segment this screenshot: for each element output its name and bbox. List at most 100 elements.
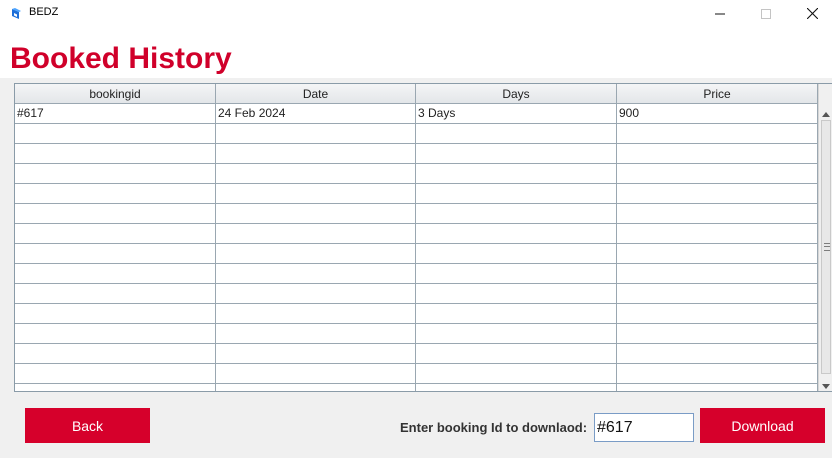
table-row[interactable] [15, 284, 818, 304]
cell-days[interactable] [416, 184, 617, 204]
cell-date[interactable]: 24 Feb 2024 [216, 104, 416, 124]
vertical-scrollbar[interactable] [818, 84, 832, 391]
table-row[interactable] [15, 364, 818, 384]
cell-price[interactable] [617, 284, 818, 304]
cell-price[interactable] [617, 384, 818, 391]
bedz-app-icon [10, 6, 22, 19]
cell-days[interactable] [416, 304, 617, 324]
title-bar: BEDZ [0, 0, 832, 26]
window-title: BEDZ [29, 6, 59, 18]
cell-days[interactable] [416, 224, 617, 244]
cell-bookingid[interactable] [15, 244, 216, 264]
close-button[interactable] [789, 0, 832, 26]
table-row[interactable] [15, 204, 818, 224]
table-row[interactable] [15, 124, 818, 144]
scroll-thumb[interactable] [821, 120, 831, 374]
download-button[interactable]: Download [700, 408, 825, 443]
cell-bookingid[interactable] [15, 344, 216, 364]
page-title: Booked History [10, 42, 232, 75]
cell-days[interactable] [416, 204, 617, 224]
cell-date[interactable] [216, 364, 416, 384]
chevron-up-icon [822, 102, 830, 121]
table-row[interactable] [15, 144, 818, 164]
cell-price[interactable] [617, 344, 818, 364]
maximize-icon [761, 4, 771, 23]
cell-bookingid[interactable] [15, 284, 216, 304]
cell-price[interactable] [617, 204, 818, 224]
cell-date[interactable] [216, 124, 416, 144]
scroll-down-button[interactable] [819, 376, 832, 390]
cell-days[interactable] [416, 384, 617, 391]
minimize-button[interactable] [697, 0, 743, 26]
column-header-date[interactable]: Date [216, 84, 416, 104]
cell-price[interactable] [617, 304, 818, 324]
maximize-button[interactable] [743, 0, 789, 26]
cell-price[interactable] [617, 364, 818, 384]
cell-bookingid[interactable] [15, 124, 216, 144]
table-header: bookingid Date Days Price [15, 84, 818, 104]
table-row[interactable] [15, 184, 818, 204]
cell-days[interactable] [416, 264, 617, 284]
table-row[interactable] [15, 344, 818, 364]
cell-price[interactable]: 900 [617, 104, 818, 124]
cell-price[interactable] [617, 324, 818, 344]
cell-bookingid[interactable] [15, 384, 216, 391]
table-row[interactable] [15, 164, 818, 184]
cell-bookingid[interactable] [15, 164, 216, 184]
page-header: Booked History [0, 26, 832, 78]
cell-price[interactable] [617, 224, 818, 244]
cell-date[interactable] [216, 224, 416, 244]
cell-date[interactable] [216, 184, 416, 204]
table-row[interactable] [15, 224, 818, 244]
cell-bookingid[interactable] [15, 224, 216, 244]
cell-date[interactable] [216, 324, 416, 344]
scroll-up-button[interactable] [819, 104, 832, 118]
cell-days[interactable] [416, 124, 617, 144]
cell-date[interactable] [216, 284, 416, 304]
table-row[interactable] [15, 264, 818, 284]
cell-date[interactable] [216, 304, 416, 324]
table-row[interactable] [15, 324, 818, 344]
cell-date[interactable] [216, 264, 416, 284]
cell-date[interactable] [216, 204, 416, 224]
cell-date[interactable] [216, 164, 416, 184]
column-header-days[interactable]: Days [416, 84, 617, 104]
cell-date[interactable] [216, 384, 416, 391]
cell-bookingid[interactable] [15, 364, 216, 384]
column-header-price[interactable]: Price [617, 84, 818, 104]
cell-days[interactable] [416, 364, 617, 384]
cell-bookingid[interactable]: #617 [15, 104, 216, 124]
cell-price[interactable] [617, 164, 818, 184]
cell-price[interactable] [617, 184, 818, 204]
cell-days[interactable]: 3 Days [416, 104, 617, 124]
column-header-bookingid[interactable]: bookingid [15, 84, 216, 104]
cell-bookingid[interactable] [15, 184, 216, 204]
cell-date[interactable] [216, 144, 416, 164]
cell-bookingid[interactable] [15, 144, 216, 164]
cell-date[interactable] [216, 244, 416, 264]
cell-days[interactable] [416, 244, 617, 264]
booked-history-table: bookingid Date Days Price #617 24 Feb 202… [14, 83, 832, 392]
table-row[interactable] [15, 304, 818, 324]
cell-days[interactable] [416, 284, 617, 304]
cell-price[interactable] [617, 144, 818, 164]
back-button[interactable]: Back [25, 408, 150, 443]
cell-days[interactable] [416, 164, 617, 184]
table-row[interactable] [15, 384, 818, 391]
table-row[interactable]: #617 24 Feb 2024 3 Days 900 [15, 104, 818, 124]
cell-bookingid[interactable] [15, 324, 216, 344]
cell-price[interactable] [617, 264, 818, 284]
minimize-icon [715, 4, 725, 23]
cell-bookingid[interactable] [15, 304, 216, 324]
cell-date[interactable] [216, 344, 416, 364]
cell-price[interactable] [617, 244, 818, 264]
cell-days[interactable] [416, 144, 617, 164]
cell-bookingid[interactable] [15, 264, 216, 284]
cell-bookingid[interactable] [15, 204, 216, 224]
cell-days[interactable] [416, 344, 617, 364]
cell-days[interactable] [416, 324, 617, 344]
app-window: BEDZ Booked History bookingid Date Days … [0, 0, 832, 458]
table-row[interactable] [15, 244, 818, 264]
booking-id-input[interactable] [594, 413, 694, 442]
cell-price[interactable] [617, 124, 818, 144]
